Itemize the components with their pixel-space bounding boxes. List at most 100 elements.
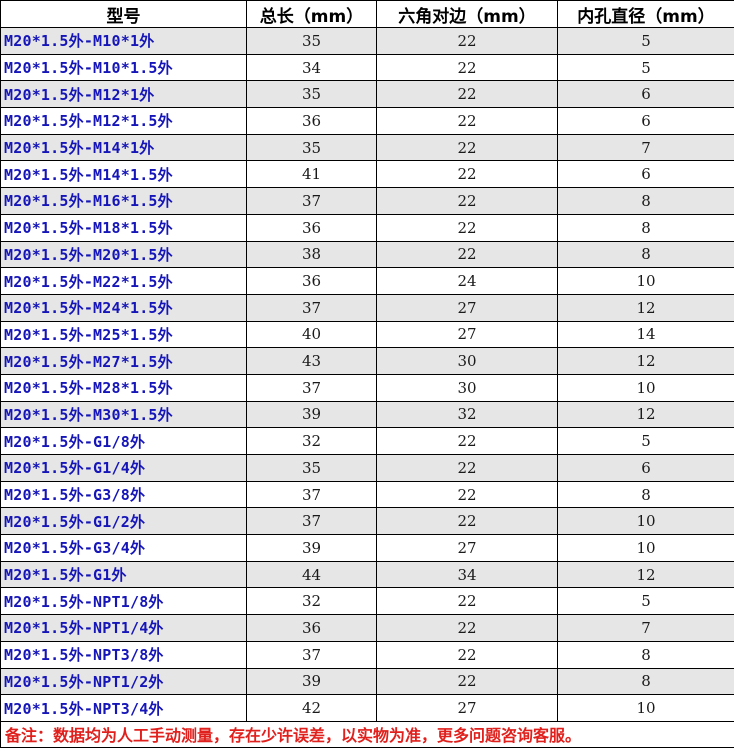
cell-total-length: 38 — [247, 241, 377, 268]
cell-hex-size: 22 — [377, 588, 558, 615]
cell-hex-size: 27 — [377, 535, 558, 562]
cell-hex-size: 30 — [377, 348, 558, 375]
cell-hex-size: 22 — [377, 108, 558, 135]
spec-sheet: 型号 总长（mm） 六角对边（mm） 内孔直径（mm） M20*1.5外-M10… — [0, 0, 734, 739]
cell-total-length: 35 — [247, 455, 377, 482]
table-row: M20*1.5外-M20*1.5外38228 — [1, 241, 734, 268]
cell-bore-diameter: 12 — [558, 561, 734, 588]
cell-hex-size: 22 — [377, 668, 558, 695]
cell-total-length: 36 — [247, 615, 377, 642]
cell-hex-size: 27 — [377, 321, 558, 348]
header-model: 型号 — [1, 1, 247, 28]
cell-bore-diameter: 6 — [558, 81, 734, 108]
cell-total-length: 35 — [247, 81, 377, 108]
cell-hex-size: 22 — [377, 134, 558, 161]
cell-bore-diameter: 7 — [558, 134, 734, 161]
cell-bore-diameter: 5 — [558, 54, 734, 81]
note-text: 备注：数据均为人工手动测量，存在少许误差，以实物为准，更多问题咨询客服。 — [1, 721, 734, 747]
cell-hex-size: 24 — [377, 268, 558, 295]
table-row: M20*1.5外-G1外443412 — [1, 561, 734, 588]
header-row: 型号 总长（mm） 六角对边（mm） 内孔直径（mm） — [1, 1, 734, 28]
cell-total-length: 36 — [247, 214, 377, 241]
cell-total-length: 39 — [247, 535, 377, 562]
cell-bore-diameter: 8 — [558, 241, 734, 268]
table-row: M20*1.5外-M10*1.5外34225 — [1, 54, 734, 81]
cell-model: M20*1.5外-NPT3/4外 — [1, 695, 247, 722]
cell-model: M20*1.5外-M24*1.5外 — [1, 294, 247, 321]
table-row: M20*1.5外-NPT3/4外422710 — [1, 695, 734, 722]
cell-bore-diameter: 8 — [558, 214, 734, 241]
cell-total-length: 42 — [247, 695, 377, 722]
table-row: M20*1.5外-M14*1.5外41226 — [1, 161, 734, 188]
cell-total-length: 36 — [247, 268, 377, 295]
cell-total-length: 43 — [247, 348, 377, 375]
cell-model: M20*1.5外-M27*1.5外 — [1, 348, 247, 375]
cell-bore-diameter: 5 — [558, 588, 734, 615]
table-row: M20*1.5外-M22*1.5外362410 — [1, 268, 734, 295]
table-row: M20*1.5外-M24*1.5外372712 — [1, 294, 734, 321]
cell-bore-diameter: 5 — [558, 28, 734, 55]
table-row: M20*1.5外-NPT3/8外37228 — [1, 641, 734, 668]
table-row: M20*1.5外-M28*1.5外373010 — [1, 374, 734, 401]
cell-bore-diameter: 8 — [558, 668, 734, 695]
cell-model: M20*1.5外-M16*1.5外 — [1, 188, 247, 215]
cell-bore-diameter: 14 — [558, 321, 734, 348]
cell-hex-size: 22 — [377, 81, 558, 108]
cell-model: M20*1.5外-G1/4外 — [1, 455, 247, 482]
cell-model: M20*1.5外-G3/4外 — [1, 535, 247, 562]
cell-total-length: 39 — [247, 668, 377, 695]
cell-model: M20*1.5外-M12*1.5外 — [1, 108, 247, 135]
cell-model: M20*1.5外-NPT1/2外 — [1, 668, 247, 695]
header-total-length: 总长（mm） — [247, 1, 377, 28]
table-row: M20*1.5外-M12*1.5外36226 — [1, 108, 734, 135]
cell-total-length: 35 — [247, 28, 377, 55]
cell-hex-size: 27 — [377, 294, 558, 321]
spec-table: 型号 总长（mm） 六角对边（mm） 内孔直径（mm） M20*1.5外-M10… — [0, 0, 734, 748]
cell-total-length: 44 — [247, 561, 377, 588]
cell-bore-diameter: 8 — [558, 188, 734, 215]
cell-hex-size: 22 — [377, 428, 558, 455]
table-row: M20*1.5外-M10*1外35225 — [1, 28, 734, 55]
cell-model: M20*1.5外-M14*1外 — [1, 134, 247, 161]
cell-bore-diameter: 10 — [558, 508, 734, 535]
cell-hex-size: 22 — [377, 54, 558, 81]
cell-hex-size: 30 — [377, 374, 558, 401]
cell-total-length: 41 — [247, 161, 377, 188]
cell-total-length: 35 — [247, 134, 377, 161]
cell-total-length: 36 — [247, 108, 377, 135]
cell-total-length: 40 — [247, 321, 377, 348]
header-hex-size: 六角对边（mm） — [377, 1, 558, 28]
cell-model: M20*1.5外-NPT1/8外 — [1, 588, 247, 615]
cell-hex-size: 22 — [377, 615, 558, 642]
table-row: M20*1.5外-M27*1.5外433012 — [1, 348, 734, 375]
cell-model: M20*1.5外-M30*1.5外 — [1, 401, 247, 428]
cell-bore-diameter: 6 — [558, 161, 734, 188]
cell-total-length: 32 — [247, 428, 377, 455]
cell-model: M20*1.5外-M25*1.5外 — [1, 321, 247, 348]
cell-bore-diameter: 8 — [558, 641, 734, 668]
table-row: M20*1.5外-NPT1/4外36227 — [1, 615, 734, 642]
table-body: M20*1.5外-M10*1外35225M20*1.5外-M10*1.5外342… — [1, 28, 734, 722]
table-row: M20*1.5外-G1/2外372210 — [1, 508, 734, 535]
cell-hex-size: 22 — [377, 641, 558, 668]
cell-bore-diameter: 6 — [558, 108, 734, 135]
cell-total-length: 37 — [247, 481, 377, 508]
cell-model: M20*1.5外-G1/2外 — [1, 508, 247, 535]
table-row: M20*1.5外-M14*1外35227 — [1, 134, 734, 161]
cell-model: M20*1.5外-NPT3/8外 — [1, 641, 247, 668]
cell-bore-diameter: 12 — [558, 401, 734, 428]
cell-bore-diameter: 8 — [558, 481, 734, 508]
cell-hex-size: 22 — [377, 188, 558, 215]
cell-model: M20*1.5外-M14*1.5外 — [1, 161, 247, 188]
cell-total-length: 37 — [247, 508, 377, 535]
cell-hex-size: 22 — [377, 455, 558, 482]
table-row: M20*1.5外-G3/4外392710 — [1, 535, 734, 562]
cell-hex-size: 22 — [377, 161, 558, 188]
cell-total-length: 32 — [247, 588, 377, 615]
cell-hex-size: 22 — [377, 214, 558, 241]
table-row: M20*1.5外-M16*1.5外37228 — [1, 188, 734, 215]
cell-model: M20*1.5外-M28*1.5外 — [1, 374, 247, 401]
cell-bore-diameter: 12 — [558, 294, 734, 321]
cell-bore-diameter: 7 — [558, 615, 734, 642]
table-row: M20*1.5外-G3/8外37228 — [1, 481, 734, 508]
